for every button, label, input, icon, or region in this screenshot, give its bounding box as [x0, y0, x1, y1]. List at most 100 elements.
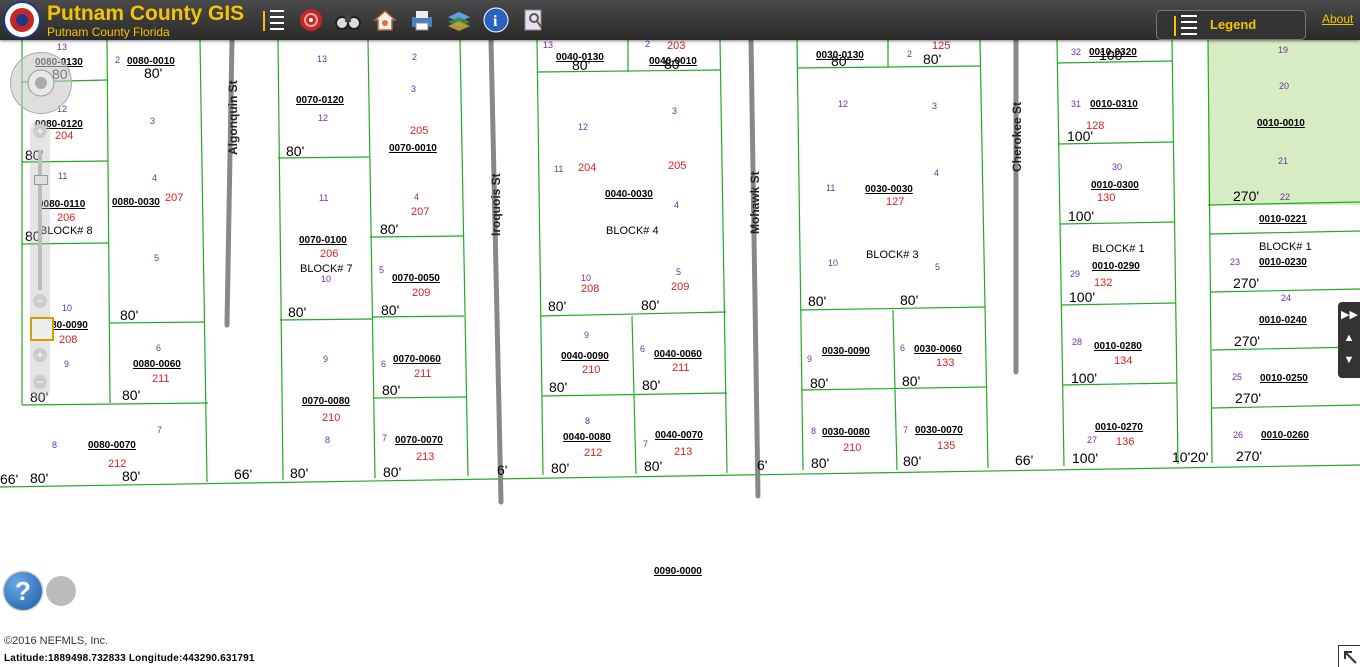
svg-text:8: 8 [52, 440, 57, 450]
svg-text:12: 12 [578, 122, 588, 132]
parcel-map[interactable]: Algonquin St Iroquois St Mohawk St Chero… [0, 0, 1360, 667]
svg-text:6: 6 [900, 343, 905, 353]
svg-text:210: 210 [582, 364, 600, 376]
zoom-slider[interactable]: + − + − [30, 120, 54, 400]
chevron-down-icon[interactable]: ▼ [1341, 354, 1357, 370]
svg-text:100': 100' [1072, 450, 1098, 466]
svg-text:7: 7 [382, 433, 387, 443]
svg-text:80': 80' [120, 307, 138, 323]
target-icon[interactable] [296, 5, 326, 35]
parcel-label: 0010-0010 [1257, 118, 1305, 129]
svg-text:6: 6 [640, 344, 645, 354]
svg-text:10: 10 [828, 258, 838, 268]
globe-icon[interactable] [46, 576, 76, 606]
svg-text:7: 7 [903, 425, 908, 435]
parcel-label: 0010-0310 [1090, 99, 1138, 110]
parcel-label: 0090-0000 [654, 566, 702, 577]
svg-text:11: 11 [58, 171, 67, 181]
block-label: BLOCK# 3 [866, 249, 919, 261]
svg-text:213: 213 [416, 451, 434, 463]
binoculars-icon[interactable] [333, 5, 363, 35]
svg-text:130: 130 [1097, 192, 1115, 204]
expand-icon[interactable]: ▶▶ [1341, 308, 1358, 324]
identify-icon[interactable] [518, 5, 548, 35]
block-label: BLOCK# 1 [1092, 243, 1145, 255]
svg-text:13: 13 [57, 42, 67, 52]
svg-text:22: 22 [1280, 192, 1290, 202]
svg-text:9: 9 [64, 359, 69, 369]
app-title: Putnam County GIS [47, 2, 245, 25]
svg-text:211: 211 [414, 368, 432, 380]
svg-text:10'20': 10'20' [1172, 449, 1209, 465]
svg-text:208: 208 [59, 334, 77, 346]
svg-text:5: 5 [676, 267, 681, 277]
zoom-in-icon[interactable]: + [33, 124, 47, 138]
zoom-box-in-icon[interactable]: + [33, 348, 47, 362]
zoom-box-out-icon[interactable]: − [33, 375, 47, 389]
svg-text:80': 80' [903, 453, 921, 469]
parcel-label: 0010-0260 [1261, 430, 1309, 441]
parcel-label: 0010-0250 [1260, 373, 1308, 384]
svg-text:80': 80' [808, 293, 826, 309]
svg-text:80': 80' [923, 51, 941, 67]
svg-text:136: 136 [1116, 436, 1134, 448]
svg-text:211: 211 [152, 373, 170, 385]
parcel-label: 0030-0030 [865, 184, 913, 195]
svg-text:66': 66' [0, 471, 18, 487]
parcel-label: 0010-0230 [1259, 257, 1307, 268]
app-header: Putnam County GIS Putnam County Florida … [0, 0, 1360, 40]
pan-control[interactable] [10, 52, 72, 114]
copyright-text: ©2016 NEFMLS, Inc. [4, 635, 109, 647]
svg-text:23: 23 [1230, 257, 1240, 267]
county-seal-logo[interactable] [2, 1, 42, 39]
svg-text:100': 100' [1071, 370, 1097, 386]
svg-text:80': 80' [286, 143, 304, 159]
svg-text:10: 10 [62, 303, 72, 313]
chevron-up-icon[interactable]: ▲ [1341, 332, 1357, 348]
compass-icon [27, 69, 55, 97]
svg-text:12: 12 [838, 99, 848, 109]
svg-text:270': 270' [1233, 188, 1259, 204]
parcel-label: 0080-0030 [112, 197, 160, 208]
svg-text:4: 4 [152, 173, 157, 183]
expand-corner-icon[interactable] [1338, 645, 1360, 667]
zoom-handle[interactable] [34, 175, 48, 185]
svg-text:209: 209 [412, 287, 430, 299]
parcel-label: 0030-0060 [914, 344, 962, 355]
svg-text:80': 80' [810, 375, 828, 391]
svg-text:26: 26 [1233, 430, 1243, 440]
svg-text:10: 10 [581, 273, 591, 283]
svg-text:2: 2 [907, 49, 912, 59]
svg-text:80': 80' [382, 382, 400, 398]
dimension-labels: 80'80' 80'80' 80'80'80' 80'80'66' 66'80'… [0, 47, 1262, 487]
svg-text:13: 13 [317, 54, 327, 64]
layers-list-icon[interactable] [258, 5, 288, 35]
svg-text:207: 207 [165, 192, 183, 204]
parcel-label: 0010-0280 [1094, 341, 1142, 352]
svg-text:128: 128 [1086, 120, 1104, 132]
zoom-out-icon[interactable]: − [33, 294, 47, 308]
svg-text:7: 7 [157, 425, 162, 435]
svg-text:213: 213 [674, 446, 692, 458]
parcel-label: 0070-0070 [395, 435, 443, 446]
pan-hand-icon[interactable] [30, 317, 54, 341]
layers-icon[interactable] [444, 5, 474, 35]
svg-text:2: 2 [645, 39, 650, 49]
map-app: Algonquin St Iroquois St Mohawk St Chero… [0, 0, 1360, 667]
info-icon[interactable]: i [481, 5, 511, 35]
help-button[interactable]: ? [4, 572, 42, 610]
parcel-label: 0070-0120 [296, 95, 344, 106]
svg-text:80': 80' [549, 379, 567, 395]
svg-text:80': 80' [122, 387, 140, 403]
map-canvas[interactable]: Algonquin St Iroquois St Mohawk St Chero… [0, 37, 1360, 667]
print-icon[interactable] [407, 5, 437, 35]
svg-text:210: 210 [322, 412, 340, 424]
legend-button[interactable]: Legend [1156, 10, 1306, 40]
svg-text:135: 135 [937, 440, 955, 452]
about-link[interactable]: About [1322, 12, 1353, 26]
svg-text:205: 205 [410, 125, 428, 137]
svg-text:8: 8 [325, 435, 330, 445]
svg-text:13: 13 [543, 40, 553, 50]
home-icon[interactable] [370, 5, 400, 35]
svg-text:27: 27 [1087, 435, 1097, 445]
